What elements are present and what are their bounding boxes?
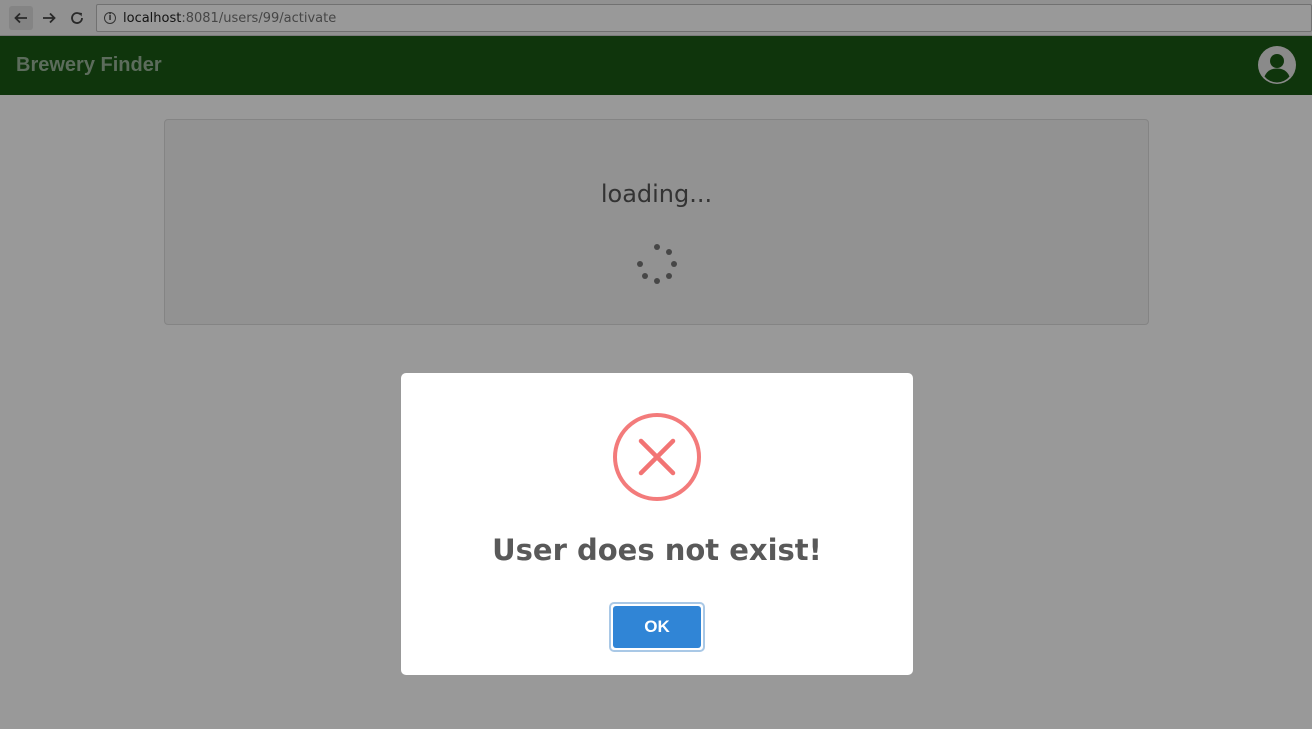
dialog-title: User does not exist! — [492, 533, 822, 567]
error-x-icon — [612, 412, 702, 502]
ok-button[interactable]: OK — [609, 602, 705, 652]
ok-button-label: OK — [613, 606, 701, 648]
error-dialog: User does not exist! OK — [401, 373, 913, 675]
